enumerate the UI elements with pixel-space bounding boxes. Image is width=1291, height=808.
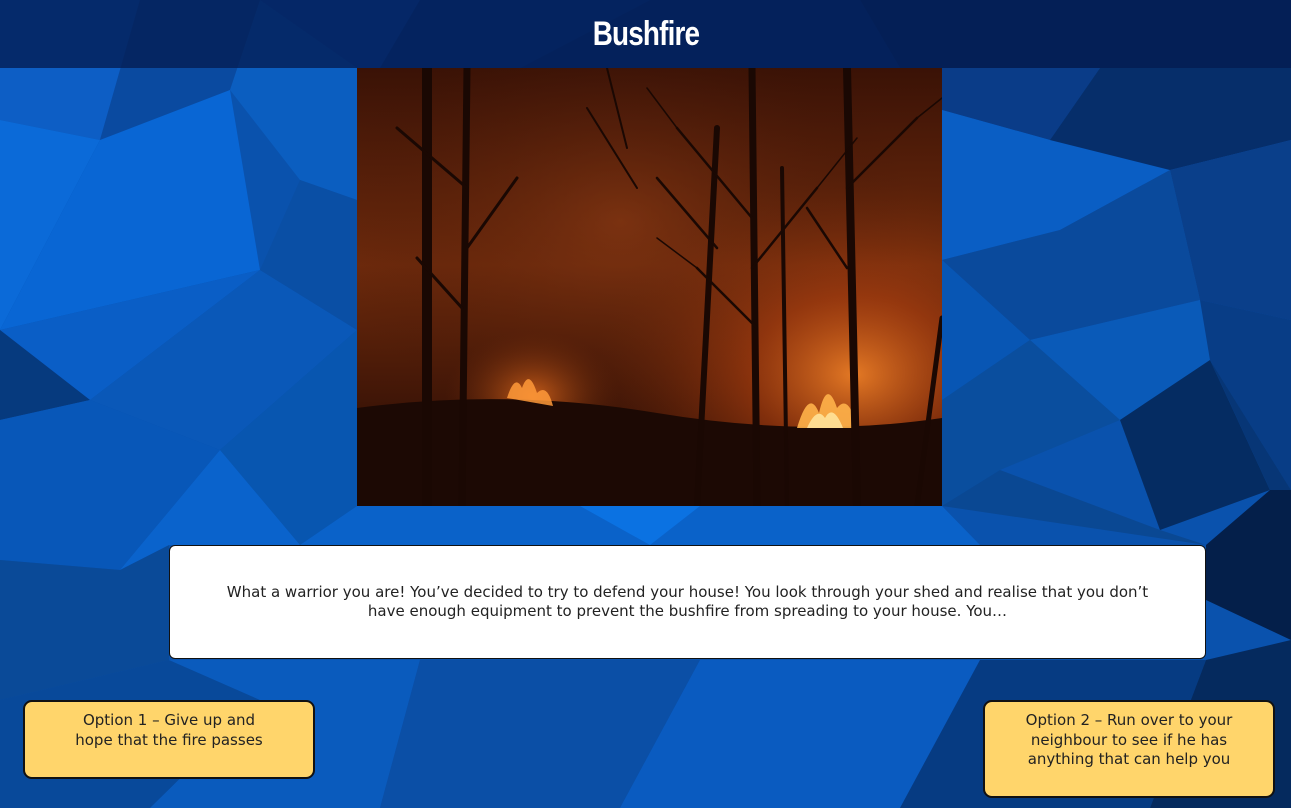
story-text: What a warrior you are! You’ve decided t… [226, 583, 1149, 620]
option-2-button[interactable]: Option 2 – Run over to your neighbour to… [983, 700, 1275, 798]
page-title: Bushfire [592, 14, 699, 53]
option-2-label: Option 2 – Run over to your neighbour to… [1025, 711, 1233, 768]
scene-image [357, 68, 942, 506]
header-bar: Bushfire [0, 0, 1291, 68]
story-panel: What a warrior you are! You’ve decided t… [169, 545, 1206, 659]
option-1-button[interactable]: Option 1 – Give up and hope that the fir… [23, 700, 315, 779]
option-1-label: Option 1 – Give up and hope that the fir… [75, 711, 263, 749]
